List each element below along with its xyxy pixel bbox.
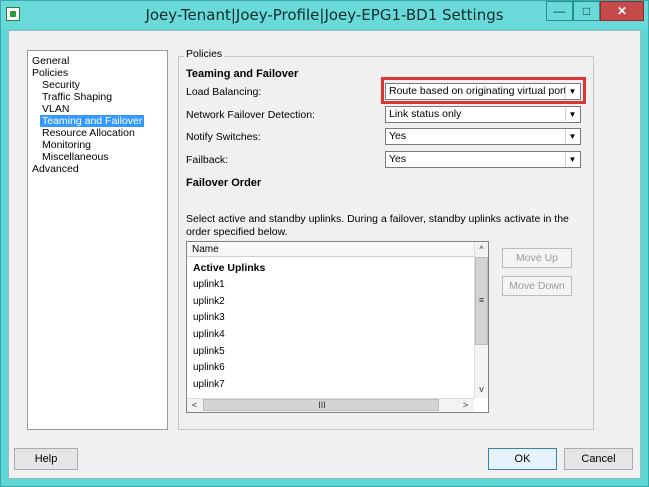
policies-group-label: Policies — [184, 48, 225, 60]
maximize-button[interactable]: □ — [573, 1, 600, 21]
scroll-left-icon[interactable]: < — [188, 399, 201, 412]
chevron-down-icon[interactable]: ▼ — [565, 108, 579, 121]
tree-item-security[interactable]: Security — [40, 79, 82, 91]
instructions-line-2: order specified below. — [186, 226, 288, 238]
tree-item-miscellaneous[interactable]: Miscellaneous — [40, 151, 111, 163]
notify-switches-label: Notify Switches: — [186, 131, 261, 143]
scroll-grip-icon: ≡ — [478, 295, 485, 305]
uplink-item[interactable]: uplink1 — [193, 279, 225, 290]
settings-tree: General Policies Security Traffic Shapin… — [27, 50, 168, 430]
teaming-and-failover-heading: Teaming and Failover — [186, 68, 299, 80]
tree-item-monitoring[interactable]: Monitoring — [40, 139, 93, 151]
network-failover-detection-label: Network Failover Detection: — [186, 109, 315, 121]
uplink-item[interactable]: uplink7 — [193, 379, 225, 390]
uplink-item[interactable]: uplink2 — [193, 296, 225, 307]
ok-button[interactable]: OK — [488, 448, 557, 470]
notify-switches-value: Yes — [389, 130, 407, 142]
help-button[interactable]: Help — [14, 448, 78, 470]
uplink-item[interactable]: uplink5 — [193, 346, 225, 357]
uplink-item[interactable]: uplink6 — [193, 362, 225, 373]
tree-item-resource-allocation[interactable]: Resource Allocation — [40, 127, 137, 139]
failback-dropdown[interactable]: Yes ▼ — [385, 151, 581, 168]
close-button[interactable]: ✕ — [600, 1, 644, 21]
scroll-right-icon[interactable]: > — [459, 399, 472, 412]
scroll-grip-icon: III — [318, 400, 326, 410]
cancel-button[interactable]: Cancel — [564, 448, 633, 470]
tree-item-vlan[interactable]: VLAN — [40, 103, 71, 115]
tree-item-teaming-and-failover[interactable]: Teaming and Failover — [40, 115, 145, 127]
load-balancing-label: Load Balancing: — [186, 86, 262, 98]
tree-item-traffic-shaping[interactable]: Traffic Shaping — [40, 91, 114, 103]
uplink-item[interactable]: uplink4 — [193, 329, 225, 340]
uplink-item[interactable]: uplink3 — [193, 312, 225, 323]
minimize-button[interactable]: — — [546, 1, 573, 21]
scroll-down-icon[interactable]: v — [475, 383, 488, 396]
load-balancing-highlight-box — [381, 77, 586, 104]
move-up-button[interactable]: Move Up — [502, 248, 572, 268]
active-uplinks-heading: Active Uplinks — [193, 262, 266, 274]
failback-label: Failback: — [186, 154, 229, 166]
tree-item-general[interactable]: General — [30, 55, 71, 67]
failover-order-heading: Failover Order — [186, 177, 262, 189]
chevron-down-icon[interactable]: ▼ — [565, 153, 579, 166]
column-header-name[interactable]: Name — [187, 242, 475, 257]
failback-value: Yes — [389, 153, 407, 165]
chevron-down-icon[interactable]: ▼ — [565, 130, 579, 143]
network-failover-detection-value: Link status only — [389, 108, 462, 120]
scroll-up-icon[interactable]: ^ — [475, 243, 488, 256]
move-down-button[interactable]: Move Down — [502, 276, 572, 296]
network-failover-detection-dropdown[interactable]: Link status only ▼ — [385, 106, 581, 123]
notify-switches-dropdown[interactable]: Yes ▼ — [385, 128, 581, 145]
tree-item-advanced[interactable]: Advanced — [30, 163, 81, 175]
tree-item-policies[interactable]: Policies — [30, 67, 70, 79]
instructions-line-1: Select active and standby uplinks. Durin… — [186, 213, 569, 225]
